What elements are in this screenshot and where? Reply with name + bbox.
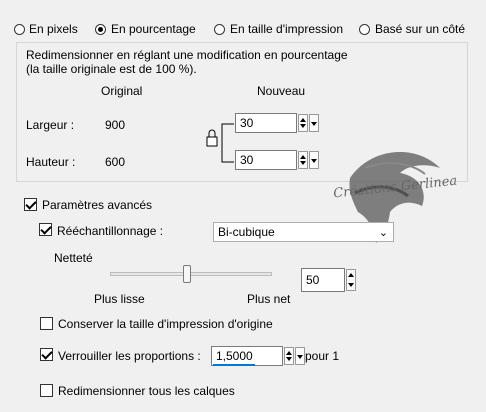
- sharpness-input[interactable]: 50: [301, 268, 345, 292]
- keep-print-size-checkbox[interactable]: [40, 317, 53, 330]
- resample-value: Bi-cubique: [218, 225, 275, 239]
- sharpness-spinner[interactable]: [346, 269, 356, 291]
- height-original: 600: [105, 155, 126, 169]
- resample-checkbox[interactable]: [39, 223, 52, 236]
- resample-label: Rééchantillonnage :: [57, 224, 164, 238]
- width-input[interactable]: 30: [235, 113, 297, 133]
- slider-min-label: Plus lisse: [94, 292, 145, 306]
- height-input[interactable]: 30: [235, 150, 297, 170]
- lock-ratio-value: 1,5000: [216, 349, 253, 363]
- width-label: Largeur :: [26, 118, 75, 132]
- keep-print-size-label: Conserver la taille d'impression d'origi…: [58, 317, 273, 331]
- width-original: 900: [105, 118, 126, 132]
- one-side-radio[interactable]: [359, 24, 370, 35]
- chevron-down-icon: ⌄: [378, 227, 388, 239]
- advanced-params-checkbox[interactable]: [24, 198, 37, 211]
- print-size-label: En taille d'impression: [230, 22, 344, 36]
- height-label: Hauteur :: [26, 155, 76, 169]
- lock-proportions-label: Verrouiller les proportions :: [58, 349, 201, 363]
- info-line1: Redimensionner en réglant une modificati…: [26, 48, 348, 62]
- height-spinner[interactable]: [298, 151, 308, 169]
- height-dropdown[interactable]: [309, 151, 319, 169]
- lock-ratio-underline: [213, 364, 255, 366]
- nouveau-column-header: Nouveau: [257, 84, 306, 98]
- sharpness-slider-track[interactable]: [110, 272, 272, 276]
- lock-ratio-dropdown[interactable]: [295, 347, 305, 365]
- sharpness-slider-thumb[interactable]: [183, 265, 191, 283]
- lock-link-icon[interactable]: [204, 120, 238, 166]
- width-dropdown[interactable]: [309, 114, 319, 132]
- resize-all-layers-checkbox[interactable]: [40, 384, 53, 397]
- width-spinner[interactable]: [298, 114, 308, 132]
- resize-all-layers-label: Redimensionner tous les calques: [58, 384, 235, 398]
- advanced-params-label: Paramètres avancés: [42, 198, 153, 212]
- one-side-label: Basé sur un côté: [375, 22, 466, 36]
- percent-radio[interactable]: [95, 24, 106, 35]
- slider-max-label: Plus net: [247, 292, 291, 306]
- sharpness-label: Netteté: [54, 251, 93, 265]
- pixels-radio[interactable]: [14, 24, 25, 35]
- resample-select[interactable]: Bi-cubique ⌄: [213, 222, 394, 242]
- lock-suffix-label: pour 1: [305, 349, 340, 363]
- lock-proportions-checkbox[interactable]: [40, 348, 53, 361]
- lock-ratio-spinner[interactable]: [284, 347, 294, 365]
- pixels-label: En pixels: [29, 22, 78, 36]
- percent-label: En pourcentage: [111, 22, 196, 36]
- info-line2: (la taille originale est de 100 %).: [26, 62, 197, 76]
- lock-ratio-input[interactable]: 1,5000: [211, 346, 283, 366]
- print-size-radio[interactable]: [214, 24, 225, 35]
- original-column-header: Original: [101, 84, 143, 98]
